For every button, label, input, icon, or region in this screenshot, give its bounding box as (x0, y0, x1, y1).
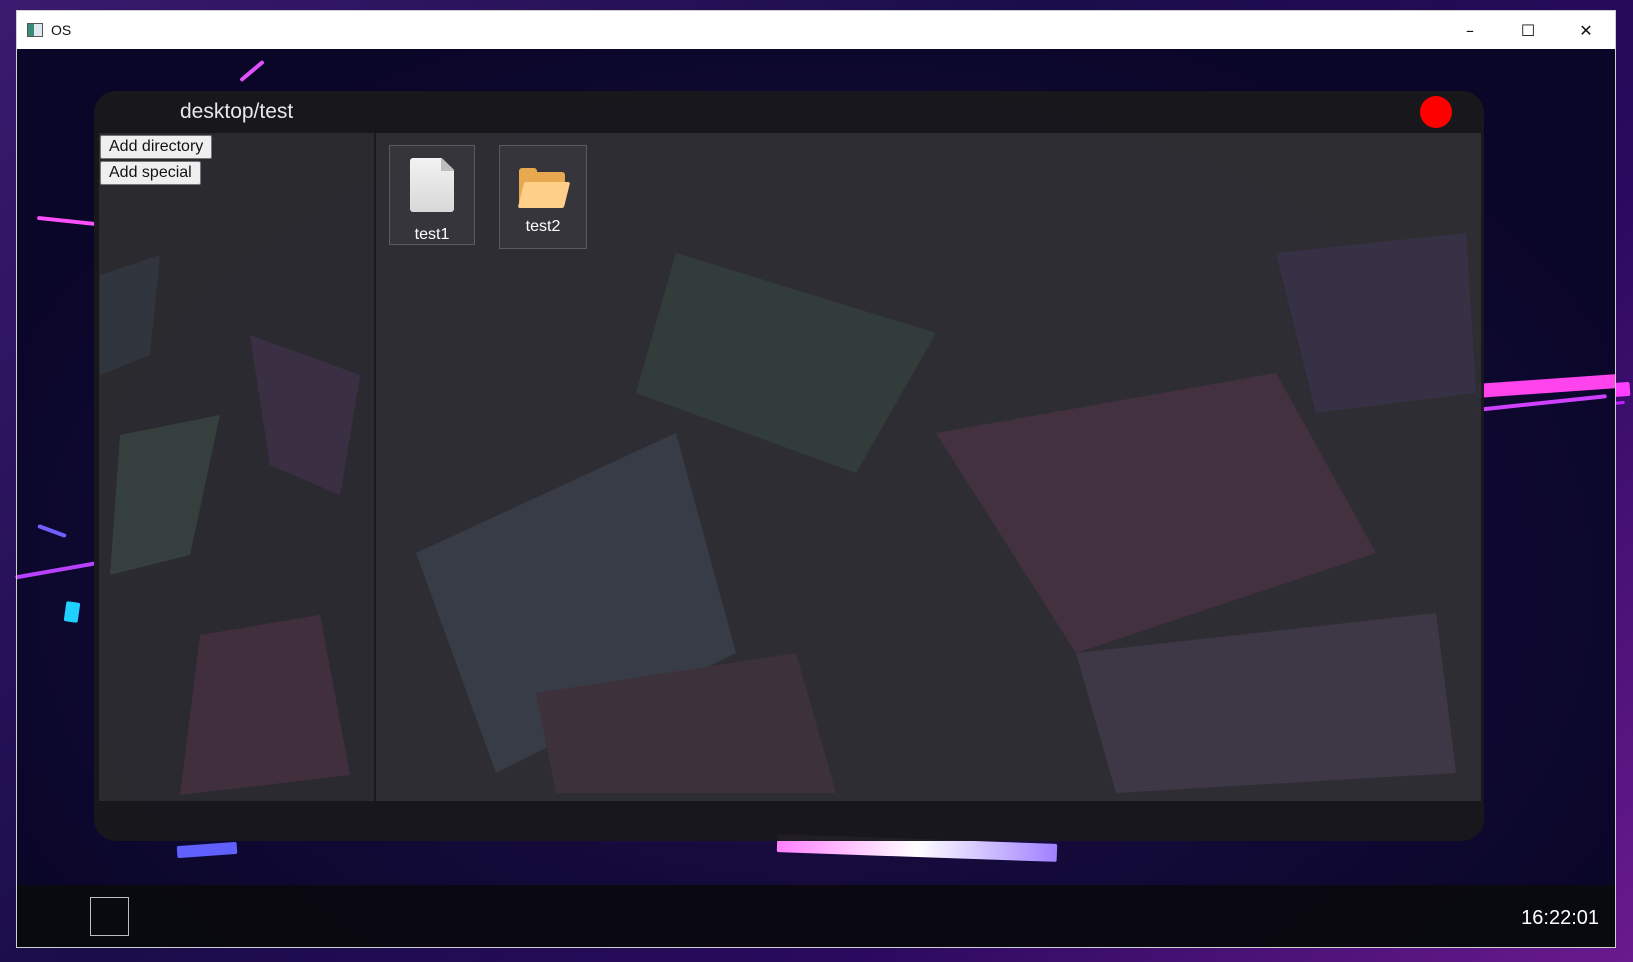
window-controls: – ☐ ✕ (1441, 11, 1615, 49)
host-titlebar[interactable]: OS – ☐ ✕ (17, 11, 1615, 49)
add-special-button[interactable]: Add special (100, 161, 201, 185)
wallpaper-streak (239, 59, 265, 83)
wallpaper-streak (36, 215, 98, 227)
host-window: OS – ☐ ✕ desktop/test Add directory Add … (16, 10, 1616, 948)
clock: 16:22:01 (1521, 907, 1599, 929)
explorer-header[interactable]: desktop/test (94, 91, 1484, 133)
minimize-button[interactable]: – (1441, 11, 1499, 49)
explorer-body: Add directory Add special test1 test2 (99, 133, 1481, 801)
folder-label: test2 (525, 218, 561, 235)
taskbar: 16:22:01 (17, 885, 1615, 947)
close-window-button[interactable] (1420, 96, 1452, 128)
close-button[interactable]: ✕ (1557, 11, 1615, 49)
folder-item[interactable]: test2 (499, 145, 587, 249)
wallpaper-streak (1476, 374, 1615, 398)
file-explorer-window: desktop/test Add directory Add special t… (94, 91, 1484, 841)
minimize-icon: – (1466, 20, 1474, 40)
wallpaper-streak (37, 523, 67, 539)
os-desktop[interactable]: desktop/test Add directory Add special t… (17, 49, 1615, 947)
explorer-sidebar: Add directory Add special (99, 133, 376, 801)
file-label: test1 (414, 226, 450, 243)
explorer-footer (94, 801, 1484, 841)
explorer-file-area[interactable]: test1 test2 (376, 133, 1481, 801)
maximize-icon: ☐ (1520, 20, 1536, 40)
add-directory-button[interactable]: Add directory (100, 135, 213, 159)
wallpaper-streak (176, 841, 238, 859)
start-button[interactable] (90, 897, 129, 936)
folder-icon (517, 168, 571, 208)
file-item[interactable]: test1 (389, 145, 475, 245)
close-icon: ✕ (1579, 20, 1593, 40)
sidebar-wallpaper (100, 255, 360, 795)
maximize-button[interactable]: ☐ (1499, 11, 1557, 49)
window-title: OS (51, 22, 72, 38)
file-icon (410, 158, 454, 212)
path-label: desktop/test (180, 100, 294, 123)
wallpaper-streak (1477, 394, 1607, 412)
app-icon (27, 23, 43, 37)
wallpaper-streak (63, 601, 81, 623)
wallpaper-streak (17, 561, 97, 581)
